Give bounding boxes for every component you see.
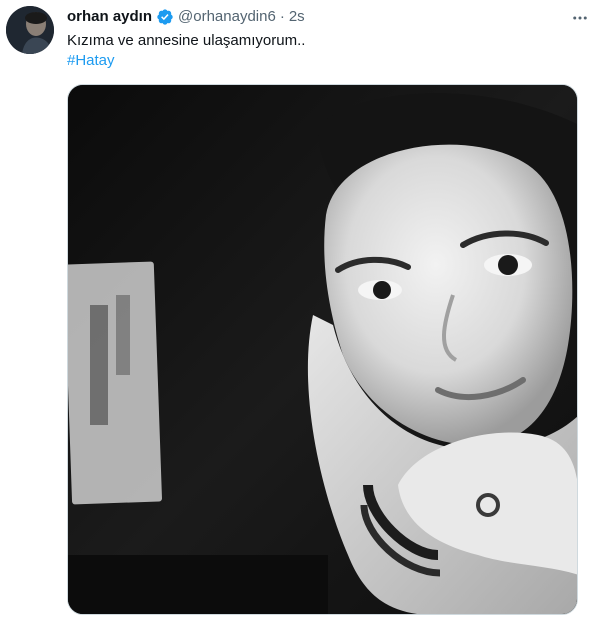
tweet: orhan aydın @orhanaydin6 · 2s Kızıma ve … [0,0,600,617]
author-handle[interactable]: @orhanaydin6 [178,7,276,27]
more-options-icon[interactable] [568,8,592,28]
author-avatar[interactable] [6,6,54,54]
tweet-text: Kızıma ve annesine ulaşamıyorum.. [67,32,306,49]
author-display-name[interactable]: orhan aydın [67,7,152,27]
tweet-header: orhan aydın @orhanaydin6 · 2s [67,7,560,27]
hashtag-link[interactable]: #Hatay [67,50,115,72]
verified-badge-icon [156,8,174,26]
separator-dot: · [279,8,285,25]
tweet-photo[interactable] [67,84,578,615]
tweet-timestamp[interactable]: 2s [289,7,305,27]
